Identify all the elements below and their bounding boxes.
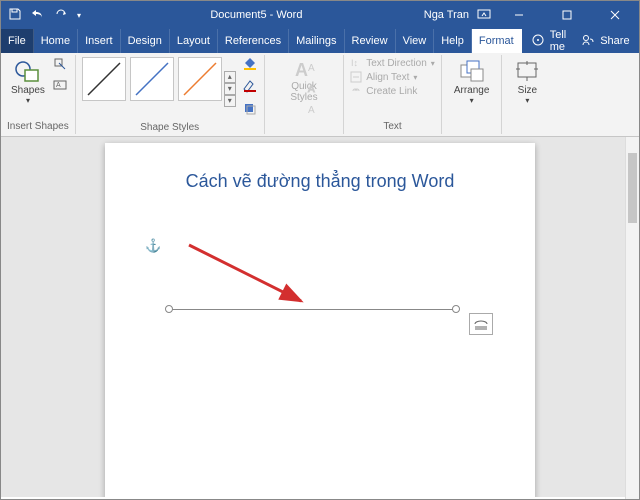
text-box-icon[interactable]: A — [53, 78, 67, 97]
ribbon-tabs: File Home Insert Design Layout Reference… — [1, 29, 639, 53]
tab-review[interactable]: Review — [345, 29, 396, 53]
shape-effects-icon[interactable] — [242, 101, 258, 120]
group-arrange: Arrange ▾ — [442, 55, 503, 134]
chevron-down-icon: ▾ — [26, 96, 30, 105]
tab-references[interactable]: References — [218, 29, 289, 53]
close-button[interactable] — [595, 1, 635, 29]
svg-text:A: A — [308, 84, 315, 95]
tellme-label[interactable]: Tell me — [550, 29, 567, 53]
document-heading: Cách vẽ đường thẳng trong Word — [143, 171, 497, 192]
align-text-button: Align Text▾ — [350, 71, 435, 83]
tab-home[interactable]: Home — [34, 29, 78, 53]
tab-format[interactable]: Format — [472, 29, 522, 53]
ribbon: Shapes ▾ A Insert Shapes ▴▾▾ Shape S — [1, 53, 639, 137]
group-size: Size ▾ — [502, 55, 552, 134]
qat-customize-icon[interactable]: ▾ — [77, 11, 81, 20]
text-outline-icon: A — [307, 82, 321, 100]
text-effects-icon: A — [307, 103, 321, 121]
shape-fill-icon[interactable] — [242, 57, 258, 76]
resize-handle-left[interactable] — [165, 305, 173, 313]
arrange-button[interactable]: Arrange ▾ — [448, 57, 496, 107]
tab-insert[interactable]: Insert — [78, 29, 121, 53]
tab-file[interactable]: File — [1, 29, 34, 53]
ribbon-options-icon[interactable] — [477, 8, 491, 23]
anchor-icon[interactable]: ⚓ — [145, 238, 161, 254]
tab-layout[interactable]: Layout — [170, 29, 218, 53]
tab-design[interactable]: Design — [121, 29, 170, 53]
quick-styles-button: A Quick Styles — [271, 57, 338, 105]
group-shape-styles: ▴▾▾ Shape Styles — [76, 55, 265, 134]
minimize-button[interactable] — [499, 1, 539, 29]
text-direction-button: I↕Text Direction▾ — [350, 57, 435, 69]
shape-style-2[interactable] — [130, 57, 174, 101]
shapes-button[interactable]: Shapes ▾ — [7, 57, 49, 107]
create-link-button: Create Link — [350, 85, 435, 97]
style-gallery-more[interactable]: ▴▾▾ — [224, 57, 236, 120]
title-bar: ▾ Document5 - Word Nga Tran — [1, 1, 639, 29]
tellme-icon[interactable] — [532, 34, 544, 49]
shape-style-1[interactable] — [82, 57, 126, 101]
tab-view[interactable]: View — [396, 29, 435, 53]
selected-line-shape[interactable] — [165, 305, 460, 315]
undo-icon[interactable] — [31, 8, 45, 23]
resize-handle-right[interactable] — [452, 305, 460, 313]
group-text: I↕Text Direction▾ Align Text▾ Create Lin… — [344, 55, 442, 134]
page[interactable]: Cách vẽ đường thẳng trong Word ⚓ — [105, 143, 535, 497]
document-title: Document5 - Word — [89, 9, 424, 21]
share-label[interactable]: Share — [600, 35, 629, 47]
layout-options-button[interactable] — [469, 313, 493, 335]
save-icon[interactable] — [9, 8, 21, 23]
svg-text:I↕: I↕ — [351, 58, 358, 68]
size-button[interactable]: Size ▾ — [508, 57, 546, 107]
chevron-down-icon: ▾ — [525, 96, 529, 105]
tab-help[interactable]: Help — [434, 29, 472, 53]
shape-style-3[interactable] — [178, 57, 222, 101]
svg-text:A: A — [308, 105, 315, 116]
maximize-button[interactable] — [547, 1, 587, 29]
shape-outline-icon[interactable] — [242, 79, 258, 98]
share-icon[interactable] — [582, 34, 594, 49]
edit-shape-icon[interactable] — [53, 57, 67, 76]
text-fill-icon: A — [307, 61, 321, 79]
document-area: Cách vẽ đường thẳng trong Word ⚓ — [1, 137, 639, 497]
user-name[interactable]: Nga Tran — [424, 9, 469, 21]
vertical-scrollbar[interactable] — [625, 137, 639, 499]
group-insert-shapes: Shapes ▾ A Insert Shapes — [1, 55, 76, 134]
chevron-down-icon: ▾ — [470, 96, 474, 105]
scrollbar-thumb[interactable] — [628, 153, 637, 223]
redo-icon[interactable] — [55, 8, 67, 23]
svg-text:A: A — [56, 82, 61, 89]
svg-text:A: A — [308, 63, 315, 74]
group-wordart-styles: A Quick Styles A A A WordArt Styles — [265, 55, 345, 134]
quick-access-toolbar: ▾ — [1, 8, 89, 23]
tab-mailings[interactable]: Mailings — [289, 29, 344, 53]
